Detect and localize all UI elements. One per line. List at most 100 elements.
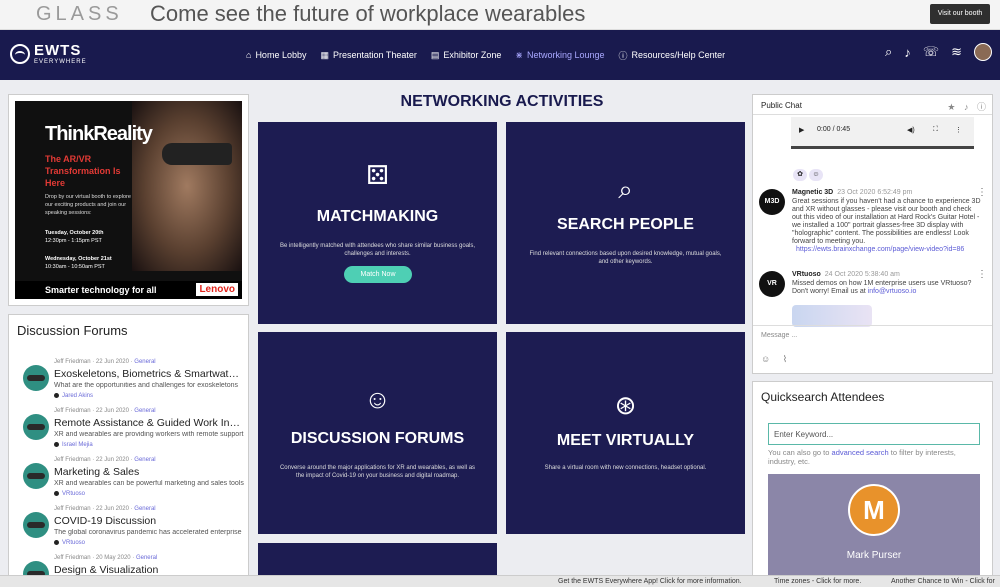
forum-desc: What are the opportunities and challenge… [54, 382, 239, 389]
forum-title[interactable]: Marketing & Sales [54, 466, 244, 478]
forum-category[interactable]: General [134, 506, 155, 512]
card-meet-virtually[interactable]: ⊛ MEET VIRTUALLY Share a virtual room wi… [506, 332, 745, 534]
more-icon[interactable]: ⋮ [977, 269, 987, 280]
message-image[interactable] [792, 305, 872, 327]
home-icon: ⌂ [246, 50, 252, 60]
nav-resources-help-center[interactable]: ⓘ Resources/Help Center [619, 49, 726, 62]
discussion-forums-panel: Discussion Forums Jeff Friedman · 22 Jun… [8, 314, 249, 587]
coins-icon[interactable]: ≋ [951, 44, 962, 60]
brand-line1: EWTS [34, 42, 82, 59]
message-author[interactable]: Magnetic 3D 23 Oct 2020 6:52:49 pm [792, 189, 912, 196]
card-search-people[interactable]: ⌕ SEARCH PEOPLE Find relevant connection… [506, 122, 745, 324]
avatar[interactable]: M3D [759, 189, 785, 215]
nav-presentation-theater[interactable]: ▦ Presentation Theater [320, 50, 416, 61]
forum-date: 22 Jun 2020 [95, 457, 129, 463]
reaction-icon[interactable]: ✿ [793, 169, 807, 181]
people-icon: ☺ [364, 384, 391, 414]
search-icon[interactable]: ⌕ [885, 44, 892, 60]
promo-session-2: Wednesday, October 21st 10:30am - 10:50a… [45, 255, 112, 271]
chat-icon[interactable]: ☏ [923, 44, 939, 60]
ad-text[interactable]: Come see the future of workplace wearabl… [150, 1, 585, 27]
forum-last-user[interactable]: Israel Mejia [54, 442, 93, 448]
message-link[interactable]: https://ewts.brainxchange.com/page/view-… [796, 246, 964, 253]
forum-avatar [23, 512, 49, 538]
forum-item[interactable]: Jeff Friedman · 22 Jun 2020 · General Ex… [23, 359, 248, 407]
bell-icon[interactable]: ♪ [904, 45, 911, 60]
message-input[interactable]: Message ... [761, 332, 797, 339]
star-icon[interactable]: ★ [947, 102, 955, 112]
message-author-name: VRtuoso [792, 271, 821, 278]
forum-meta: Jeff Friedman · 22 Jun 2020 · General [54, 408, 156, 414]
forum-item[interactable]: Jeff Friedman · 22 Jun 2020 · General Ma… [23, 457, 248, 505]
match-now-button[interactable]: Match Now [344, 266, 412, 283]
promo-tagline: Smarter technology for all [45, 285, 157, 295]
forum-avatar [23, 365, 49, 391]
message-body: Great sessions if you haven't had a chan… [792, 198, 981, 245]
forum-date: 20 May 2020 [95, 555, 131, 561]
message-link[interactable]: info@vrtuoso.io [868, 288, 917, 295]
play-icon[interactable]: ▶ [799, 126, 804, 134]
forum-title[interactable]: Remote Assistance & Guided Work Instruct… [54, 417, 244, 429]
forum-last-user[interactable]: Jared Akins [54, 393, 93, 399]
bottom-bar: Get the EWTS Everywhere App! Click for m… [0, 575, 1000, 587]
forum-item[interactable]: Jeff Friedman · 22 Jun 2020 · General Re… [23, 408, 248, 456]
forum-title[interactable]: COVID-19 Discussion [54, 515, 244, 527]
bell-icon[interactable]: ♪ [964, 102, 969, 112]
forum-item[interactable]: Jeff Friedman · 22 Jun 2020 · General CO… [23, 506, 248, 554]
public-chat-panel: Public Chat ★ ♪ ⓘ ▶ 0:00 / 0:45 ◀) ⛶ ⋮ ✿… [752, 94, 993, 374]
forum-category[interactable]: General [134, 408, 155, 414]
nav-networking-lounge[interactable]: ⋇ Networking Lounge [515, 50, 604, 61]
card-title: DISCUSSION FORUMS [290, 430, 465, 447]
promo-footer: Smarter technology for all Lenovo [15, 281, 242, 299]
card-discussion-forums[interactable]: ☺ DISCUSSION FORUMS Converse around the … [258, 332, 497, 534]
brand-logo[interactable]: EWTS EVERYWHERE [10, 42, 90, 68]
avatar[interactable]: VR [759, 271, 785, 297]
ad-banner[interactable]: GLASS Come see the future of workplace w… [0, 0, 1000, 30]
visit-booth-button[interactable]: Visit our booth [930, 4, 990, 24]
promo-title: ThinkReality [45, 123, 153, 145]
message-reactions[interactable]: ✿ ☺ [793, 163, 825, 181]
reaction-icon[interactable]: ☺ [809, 169, 823, 181]
sponsor-promo[interactable]: ThinkReality The AR/VR Transformation Is… [8, 94, 249, 306]
forum-author: Jeff Friedman [54, 408, 91, 414]
more-icon[interactable]: ⋮ [977, 187, 987, 198]
attendee-card[interactable]: M Mark Purser [768, 474, 980, 586]
search-icon: ⌕ [618, 174, 633, 204]
message-author[interactable]: VRtuoso 24 Oct 2020 5:38:40 am [792, 271, 900, 278]
time-zones-link[interactable]: Time zones - Click for more. [774, 578, 861, 585]
more-icon[interactable]: ⋮ [955, 126, 962, 134]
forum-category[interactable]: General [134, 457, 155, 463]
promo-date-2: Wednesday, October 21st [45, 256, 112, 262]
attachment-icon[interactable]: ⌇ [783, 354, 787, 364]
network-icon: ⋇ [515, 49, 523, 60]
emoji-icon[interactable]: ☺ [761, 354, 770, 364]
nav-label: Presentation Theater [332, 50, 417, 60]
nav-items: ⌂ Home Lobby ▦ Presentation Theater ▤ Exhibit… [246, 30, 739, 80]
forum-last-user[interactable]: VRtuoso [54, 540, 85, 546]
chance-to-win-link[interactable]: Another Chance to Win - Click for [891, 578, 995, 585]
forum-category[interactable]: General [134, 359, 155, 365]
chat-title: Public Chat [761, 101, 802, 110]
avatar[interactable] [974, 43, 992, 61]
dice-icon: ⚄ [366, 160, 389, 190]
keyword-search-input[interactable]: Enter Keyword... [768, 423, 980, 445]
app-promo-link[interactable]: Get the EWTS Everywhere App! Click for m… [558, 578, 742, 585]
fullscreen-icon[interactable]: ⛶ [933, 126, 938, 134]
video-player[interactable]: ▶ 0:00 / 0:45 ◀) ⛶ ⋮ [791, 117, 974, 149]
main-nav: EWTS EVERYWHERE ⌂ Home Lobby ▦ Presentation… [0, 30, 1000, 80]
quicksearch-panel: Quicksearch Attendees Enter Keyword... Y… [752, 381, 993, 587]
nav-exhibitor-zone[interactable]: ▤ Exhibitor Zone [431, 50, 502, 61]
forum-meta: Jeff Friedman · 22 Jun 2020 · General [54, 359, 156, 365]
forum-date: 22 Jun 2020 [95, 506, 129, 512]
advanced-search-link[interactable]: advanced search [832, 448, 889, 457]
card-title: SEARCH PEOPLE [557, 216, 694, 233]
volume-icon[interactable]: ◀) [907, 126, 915, 134]
forum-last-user[interactable]: VRtuoso [54, 491, 85, 497]
forum-title[interactable]: Exoskeletons, Biometrics & Smartwatches [54, 368, 244, 380]
forum-category[interactable]: General [136, 555, 157, 561]
card-matchmaking[interactable]: ⚄ MATCHMAKING Be intelligently matched w… [258, 122, 497, 324]
nav-home-lobby[interactable]: ⌂ Home Lobby [246, 50, 306, 60]
forum-author: Jeff Friedman [54, 506, 91, 512]
info-icon[interactable]: ⓘ [977, 102, 986, 112]
message-time: 24 Oct 2020 5:38:40 am [824, 271, 900, 278]
